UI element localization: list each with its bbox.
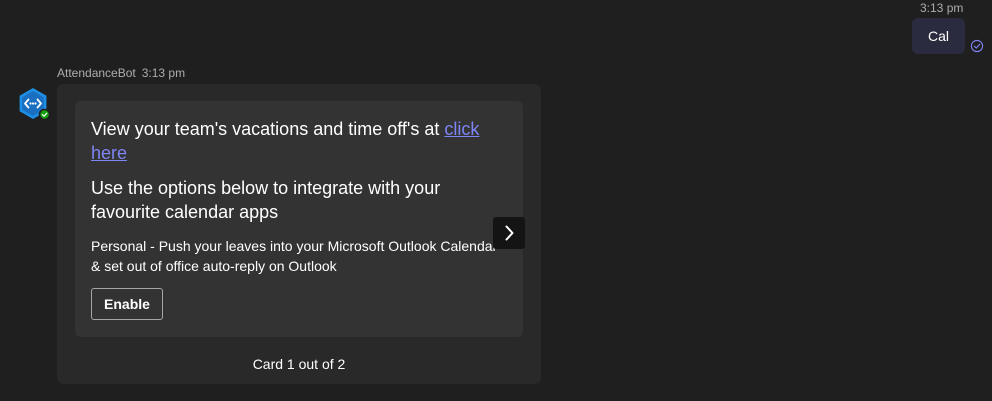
chevron-right-icon	[505, 225, 514, 241]
sender-name[interactable]: AttendanceBot	[57, 66, 136, 80]
outgoing-message[interactable]: Cal	[912, 18, 965, 54]
outgoing-message-text: Cal	[927, 28, 949, 44]
card-description: Personal - Push your leaves into your Mi…	[91, 238, 498, 274]
message-timestamp: 3:13 pm	[141, 66, 186, 80]
bot-message-bubble: View your team's vacations and time off'…	[57, 84, 541, 384]
read-receipt-icon	[970, 39, 984, 53]
card-counter: Card 1 out of 2	[252, 356, 346, 372]
outgoing-timestamp: 3:13 pm	[920, 1, 964, 15]
card-title: View your team's vacations and time off'…	[91, 117, 507, 165]
adaptive-card: View your team's vacations and time off'…	[75, 101, 523, 337]
card-subtitle: Use the options below to integrate with …	[91, 178, 441, 222]
enable-button[interactable]: Enable	[91, 288, 163, 320]
bot-avatar-icon[interactable]	[17, 87, 51, 121]
card-title-text: View your team's vacations and time off'…	[91, 119, 445, 139]
chat-stage: 3:13 pm Cal AttendanceBot 3:13 pm View yo…	[0, 0, 992, 401]
next-card-button[interactable]	[493, 217, 525, 249]
message-header: AttendanceBot 3:13 pm	[57, 66, 185, 80]
